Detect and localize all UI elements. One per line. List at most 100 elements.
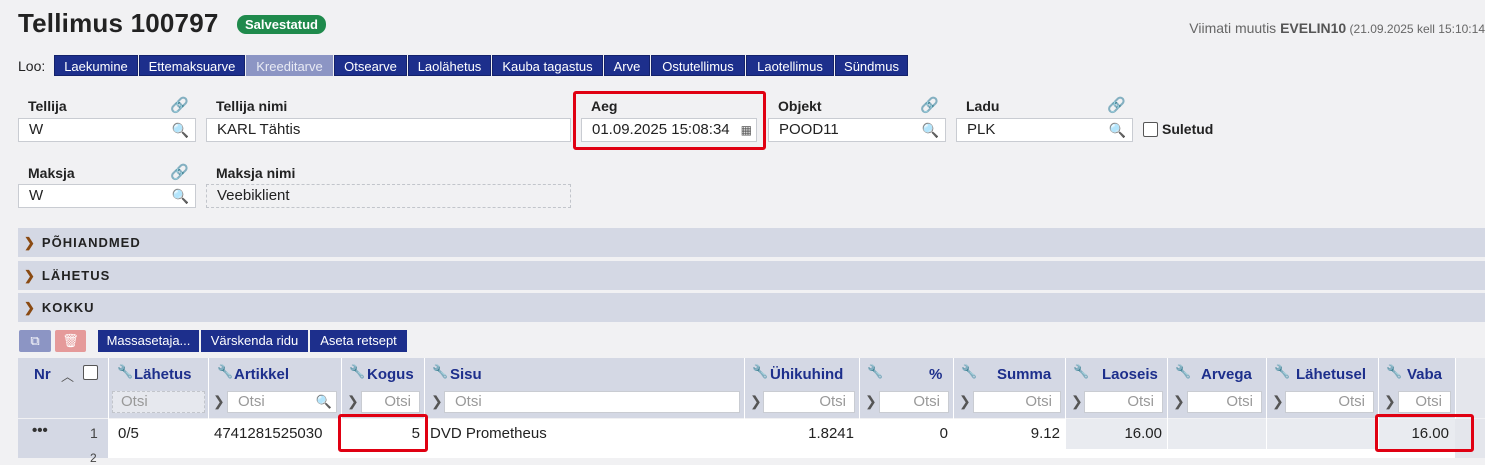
objekt-label: Objekt bbox=[778, 98, 822, 114]
wrench-icon[interactable]: 🔧 bbox=[217, 364, 233, 380]
wrench-icon[interactable]: 🔧 bbox=[117, 364, 133, 380]
filter-chevron-icon[interactable]: ❯ bbox=[959, 393, 971, 410]
create-arve-button[interactable]: Arve bbox=[604, 55, 650, 76]
maksja-input[interactable]: W 🔍 bbox=[18, 184, 196, 208]
filter-chevron-icon[interactable]: ❯ bbox=[213, 393, 225, 410]
aeg-value: 01.09.2025 15:08:34 bbox=[592, 121, 730, 138]
search-icon[interactable]: 🔍 bbox=[922, 119, 939, 141]
create-sundmus-button[interactable]: Sündmus bbox=[835, 55, 908, 76]
col-artikkel[interactable]: Artikkel bbox=[234, 366, 289, 383]
suletud-checkbox[interactable] bbox=[1143, 122, 1158, 137]
col-summa[interactable]: Summa bbox=[997, 366, 1051, 383]
tellija-label: Tellija bbox=[28, 98, 67, 114]
objekt-input[interactable]: POOD11 🔍 bbox=[768, 118, 946, 142]
filter-chevron-icon[interactable]: ❯ bbox=[1272, 393, 1284, 410]
section-pohiandmed[interactable]: ❯ PÕHIANDMED bbox=[18, 228, 1485, 257]
maksja-nimi-label: Maksja nimi bbox=[216, 165, 296, 181]
filter-uhikuhind[interactable]: Otsi bbox=[763, 391, 855, 413]
chevron-right-icon: ❯ bbox=[24, 235, 36, 250]
tellija-link-icon[interactable]: 🔗 bbox=[170, 96, 189, 114]
create-laotellimus-button[interactable]: Laotellimus bbox=[746, 55, 834, 76]
wrench-icon[interactable]: 🔧 bbox=[752, 364, 768, 380]
maksja-value: W bbox=[29, 187, 44, 204]
wrench-icon[interactable]: 🔧 bbox=[1175, 364, 1191, 380]
ladu-link-icon[interactable]: 🔗 bbox=[1107, 96, 1126, 114]
filter-chevron-icon[interactable]: ❯ bbox=[750, 393, 762, 410]
filter-vaba[interactable]: Otsi bbox=[1398, 391, 1451, 413]
wrench-icon[interactable]: 🔧 bbox=[1073, 364, 1089, 380]
create-laolahetus-button[interactable]: Laolähetus bbox=[408, 55, 491, 76]
filter-summa[interactable]: Otsi bbox=[973, 391, 1061, 413]
create-ostutellimus-button[interactable]: Ostutellimus bbox=[651, 55, 745, 76]
search-icon[interactable]: 🔍 bbox=[172, 119, 189, 141]
varskenda-ridu-button[interactable]: Värskenda ridu bbox=[201, 330, 308, 352]
sort-asc-icon[interactable]: ︿ bbox=[61, 366, 74, 385]
calendar-icon[interactable]: ▦ bbox=[741, 119, 752, 141]
tellija-nimi-label: Tellija nimi bbox=[216, 98, 288, 114]
filter-lahetusel[interactable]: Otsi bbox=[1285, 391, 1374, 413]
filter-protsent[interactable]: Otsi bbox=[879, 391, 949, 413]
select-all-checkbox[interactable] bbox=[83, 365, 98, 380]
col-uhikuhind[interactable]: Ühikuhind bbox=[770, 366, 843, 383]
search-icon[interactable]: 🔍 bbox=[172, 185, 189, 207]
wrench-icon[interactable]: 🔧 bbox=[432, 364, 448, 380]
col-sisu[interactable]: Sisu bbox=[450, 366, 482, 383]
create-laekumine-button[interactable]: Laekumine bbox=[54, 55, 138, 76]
col-nr[interactable]: Nr bbox=[34, 366, 51, 383]
col-kogus[interactable]: Kogus bbox=[367, 366, 414, 383]
arvega-cell-bg bbox=[1168, 419, 1266, 449]
tellija-nimi-value: KARL Tähtis bbox=[217, 121, 301, 138]
create-ettemaksuarve-button[interactable]: Ettemaksuarve bbox=[139, 55, 245, 76]
filter-chevron-icon[interactable]: ❯ bbox=[347, 393, 359, 410]
aeg-input[interactable]: 01.09.2025 15:08:34 ▦ bbox=[581, 118, 757, 142]
copy-icon[interactable]: ⧉ bbox=[19, 330, 51, 352]
col-lahetusel[interactable]: Lähetusel bbox=[1296, 366, 1366, 383]
section-kokku[interactable]: ❯ KOKKU bbox=[18, 293, 1485, 322]
row-uhikuhind[interactable]: 1.8241 bbox=[745, 425, 854, 442]
maksja-link-icon[interactable]: 🔗 bbox=[170, 163, 189, 181]
trash-icon[interactable]: 🗑 bbox=[55, 330, 86, 352]
col-vaba[interactable]: Vaba bbox=[1407, 366, 1442, 383]
massasetaja-button[interactable]: Massasetaja... bbox=[98, 330, 199, 352]
row-artikkel[interactable]: 4741281525030 bbox=[214, 425, 322, 442]
section-lahetus[interactable]: ❯ LÄHETUS bbox=[18, 261, 1485, 290]
wrench-icon[interactable]: 🔧 bbox=[961, 364, 977, 380]
filter-artikkel[interactable]: Otsi 🔍 bbox=[227, 391, 337, 413]
row-menu-icon[interactable]: ••• bbox=[32, 422, 48, 439]
filter-kogus[interactable]: Otsi bbox=[361, 391, 420, 413]
row-protsent[interactable]: 0 bbox=[860, 425, 948, 442]
wrench-icon[interactable]: 🔧 bbox=[1386, 364, 1402, 380]
filter-laoseis[interactable]: Otsi bbox=[1084, 391, 1163, 413]
col-protsent[interactable]: % bbox=[929, 366, 942, 383]
row-summa[interactable]: 9.12 bbox=[954, 425, 1060, 442]
col-lahetus[interactable]: Lähetus bbox=[134, 366, 192, 383]
tellija-nimi-input[interactable]: KARL Tähtis bbox=[206, 118, 571, 142]
maksja-label: Maksja bbox=[28, 165, 75, 181]
section-kokku-label: KOKKU bbox=[41, 300, 95, 315]
search-icon[interactable]: 🔍 bbox=[316, 392, 332, 412]
filter-arvega[interactable]: Otsi bbox=[1187, 391, 1262, 413]
wrench-icon[interactable]: 🔧 bbox=[349, 364, 365, 380]
search-icon[interactable]: 🔍 bbox=[1109, 119, 1126, 141]
filter-chevron-icon[interactable]: ❯ bbox=[1173, 393, 1185, 410]
objekt-link-icon[interactable]: 🔗 bbox=[920, 96, 939, 114]
chevron-right-icon: ❯ bbox=[24, 300, 36, 315]
filter-chevron-icon[interactable]: ❯ bbox=[1071, 393, 1083, 410]
filter-chevron-icon[interactable]: ❯ bbox=[865, 393, 877, 410]
wrench-icon[interactable]: 🔧 bbox=[867, 364, 883, 380]
tellija-input[interactable]: W 🔍 bbox=[18, 118, 196, 142]
filter-chevron-icon[interactable]: ❯ bbox=[431, 393, 443, 410]
filter-sisu[interactable]: Otsi bbox=[444, 391, 740, 413]
ladu-input[interactable]: PLK 🔍 bbox=[956, 118, 1133, 142]
lahetusel-cell-bg bbox=[1267, 419, 1378, 449]
wrench-icon[interactable]: 🔧 bbox=[1274, 364, 1290, 380]
row-sisu[interactable]: DVD Prometheus bbox=[430, 425, 547, 442]
create-kauba-tagastus-button[interactable]: Kauba tagastus bbox=[492, 55, 603, 76]
row-nr-next: 2 bbox=[90, 451, 97, 465]
col-laoseis[interactable]: Laoseis bbox=[1102, 366, 1158, 383]
filter-chevron-icon[interactable]: ❯ bbox=[1384, 393, 1396, 410]
col-arvega[interactable]: Arvega bbox=[1201, 366, 1252, 383]
aseta-retsept-button[interactable]: Aseta retsept bbox=[310, 330, 407, 352]
last-modified-user[interactable]: EVELIN10 bbox=[1280, 20, 1346, 36]
create-otsearve-button[interactable]: Otsearve bbox=[334, 55, 407, 76]
